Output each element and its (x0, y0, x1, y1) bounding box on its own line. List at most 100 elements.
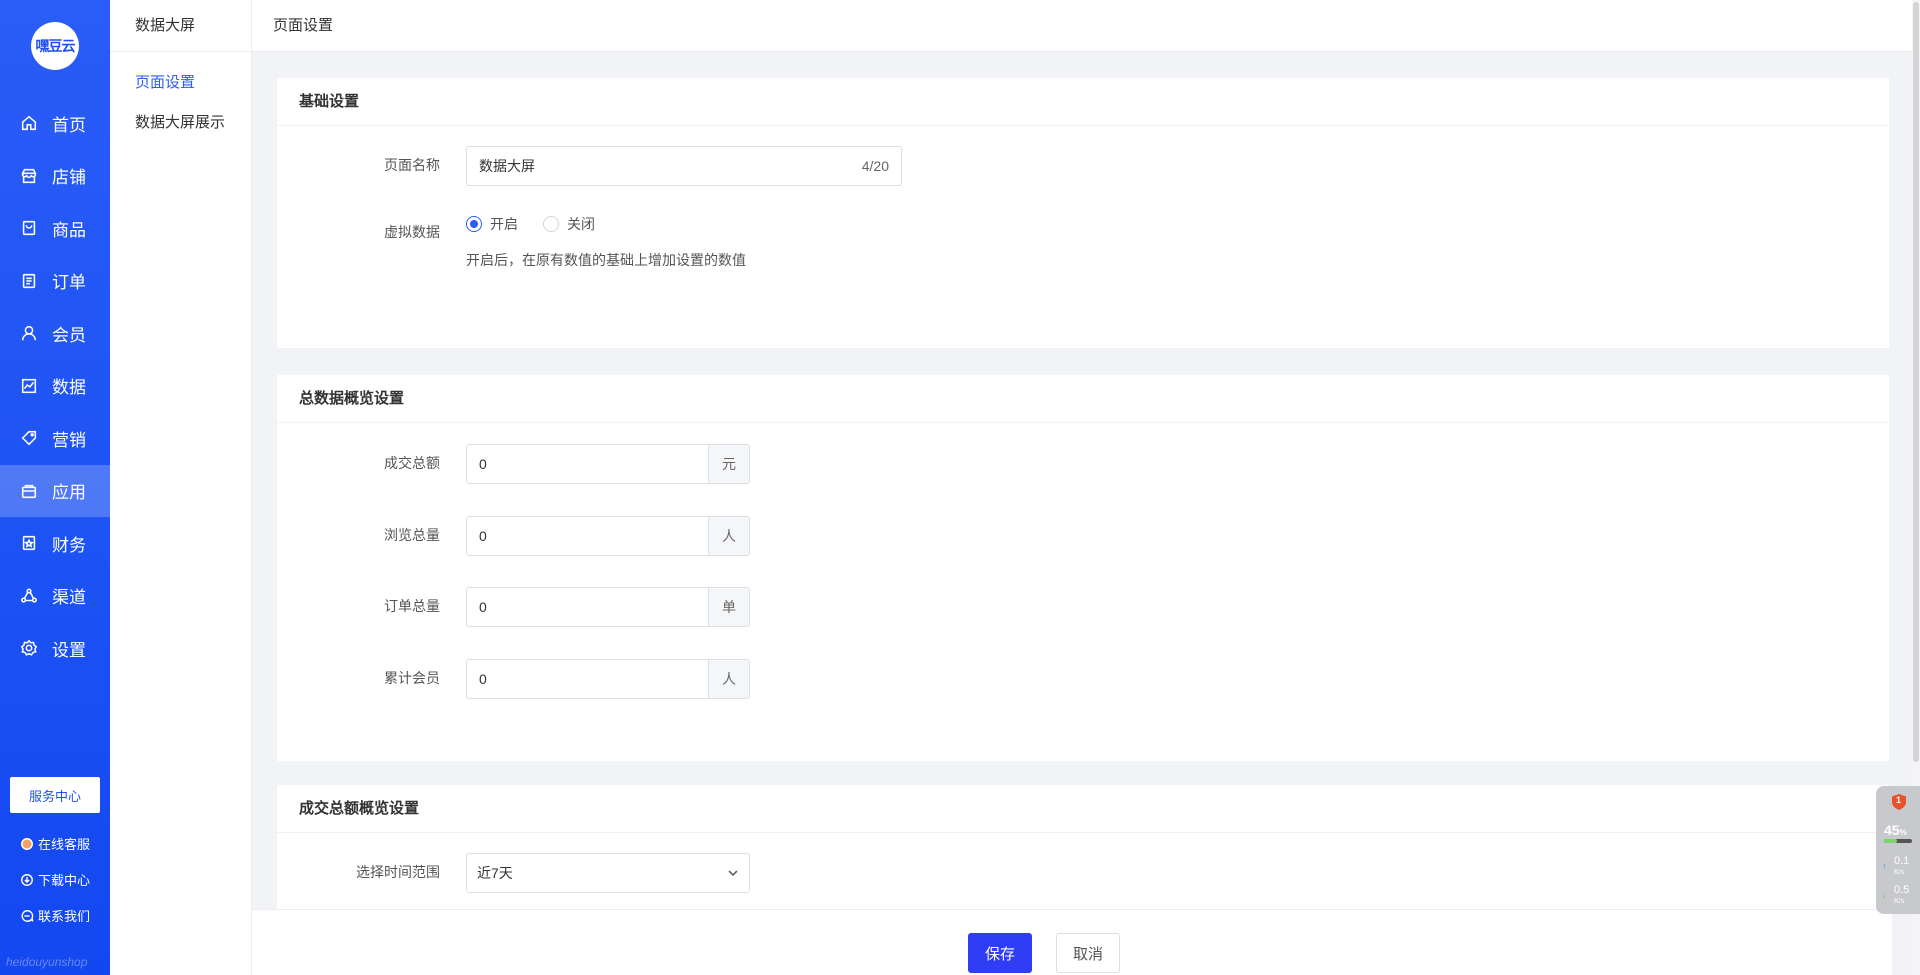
nav-item-settings[interactable]: 设置 (0, 622, 110, 675)
overview-row: 订单总量 (277, 587, 440, 616)
total-orders-control: 0 单 (466, 587, 750, 627)
upload-arrow-icon: ↑ (1882, 861, 1887, 871)
cancel-button[interactable]: 取消 (1056, 933, 1120, 973)
scrollbar-thumb[interactable] (1913, 2, 1919, 762)
tag-icon (20, 429, 38, 447)
app-icon (20, 482, 38, 500)
nav-item-label: 店铺 (52, 168, 86, 188)
nav-item-member[interactable]: 会员 (0, 307, 110, 360)
time-range-value: 近7天 (477, 865, 513, 881)
radio-label-on: 开启 (490, 216, 518, 232)
sub-sidebar-title: 数据大屏 (110, 0, 251, 52)
nav-item-label: 数据 (52, 378, 86, 398)
overview-settings-card: 总数据概览设置 成交总额 0 元 浏览总量 0 人 订单总量 0 单 累计会员 … (277, 375, 1889, 761)
system-monitor-widget[interactable]: 1 45% ↑ 0.1 K/s ↓ 0.5 K/s (1876, 786, 1920, 914)
nav-item-label: 设置 (52, 640, 86, 660)
nav-item-order[interactable]: 订单 (0, 255, 110, 308)
nav-item-label: 订单 (52, 273, 86, 293)
virtual-data-control: 开启 关闭 开启后，在原有数值的基础上增加设置的数值 (466, 204, 746, 270)
sub-item-data-screen-display[interactable]: 数据大屏展示 (110, 103, 251, 143)
cpu-percent: 45 (1884, 822, 1900, 838)
page-name-value: 数据大屏 (479, 158, 535, 174)
channel-icon (20, 587, 38, 605)
save-button[interactable]: 保存 (968, 933, 1032, 973)
download-speed-unit: K/s (1894, 898, 1905, 905)
nav-item-channel[interactable]: 渠道 (0, 570, 110, 623)
overview-row: 累计会员 (277, 659, 440, 688)
download-center-label: 下载中心 (38, 873, 91, 888)
total-views-value: 0 (466, 516, 708, 556)
nav-item-data[interactable]: 数据 (0, 360, 110, 413)
action-bar: 保存 取消 (252, 909, 1892, 975)
home-icon (20, 114, 38, 132)
overview-row: 成交总额 (277, 444, 440, 473)
gear-icon (20, 639, 38, 657)
total-orders-unit: 单 (708, 587, 750, 627)
overview-row-label: 累计会员 (384, 670, 440, 686)
nav-item-finance[interactable]: 财务 (0, 517, 110, 570)
online-service-label: 在线客服 (38, 837, 91, 852)
virtual-data-hint: 开启后，在原有数值的基础上增加设置的数值 (466, 252, 746, 268)
nav-item-label: 财务 (52, 535, 86, 555)
nav-item-label: 渠道 (52, 588, 86, 608)
total-amount-input[interactable]: 0 元 (466, 444, 750, 484)
main-content: 基础设置 页面名称 数据大屏 4/20 虚拟数据 开启 关闭 开启后，在原有数值… (252, 53, 1912, 909)
total-orders-value: 0 (466, 587, 708, 627)
goods-icon (20, 219, 38, 237)
percent-sign: % (1899, 828, 1907, 837)
contact-us-link[interactable]: 联系我们 (20, 906, 90, 925)
avatar-icon (20, 837, 34, 851)
overview-row: 浏览总量 (277, 516, 440, 545)
nav-item-app[interactable]: 应用 (0, 464, 110, 517)
nav-item-marketing[interactable]: 营销 (0, 412, 110, 465)
radio-dot (543, 216, 559, 232)
member-icon (20, 324, 38, 342)
page-name-input[interactable]: 数据大屏 4/20 (466, 146, 902, 186)
download-speed-value: 0.5 (1894, 884, 1910, 896)
sub-item-page-settings[interactable]: 页面设置 (110, 63, 251, 103)
sub-sidebar: 数据大屏 页面设置 数据大屏展示 (110, 0, 252, 975)
main-nav: 首页 店铺 商品 订单 会员 数据 营销 应用 财务 渠道 设置 (0, 97, 110, 675)
virtual-data-label: 虚拟数据 (384, 224, 440, 240)
page-title: 页面设置 (252, 0, 1920, 52)
nav-item-label: 首页 (52, 115, 86, 135)
download-arrow-icon: ↓ (1882, 890, 1887, 900)
total-views-input[interactable]: 0 人 (466, 516, 750, 556)
online-service-link[interactable]: 在线客服 (20, 834, 90, 853)
virtual-data-on-radio[interactable]: 开启 (466, 214, 518, 234)
basic-settings-card: 基础设置 页面名称 数据大屏 4/20 虚拟数据 开启 关闭 开启后，在原有数值… (277, 78, 1889, 348)
total-views-unit: 人 (708, 516, 750, 556)
total-amount-control: 0 元 (466, 444, 750, 484)
nav-item-home[interactable]: 首页 (0, 97, 110, 150)
nav-item-goods[interactable]: 商品 (0, 202, 110, 255)
amount-overview-title: 成交总额概览设置 (277, 785, 1889, 833)
virtual-data-row: 虚拟数据 (277, 216, 440, 242)
total-members-input[interactable]: 0 人 (466, 659, 750, 699)
virtual-data-off-radio[interactable]: 关闭 (543, 214, 595, 234)
main-sidebar: 嘿豆云 首页 店铺 商品 订单 会员 数据 营销 应用 财务 渠道 设置 服务中… (0, 0, 110, 975)
nav-item-label: 商品 (52, 220, 86, 240)
store-icon (20, 167, 38, 185)
service-center-button[interactable]: 服务中心 (10, 777, 100, 813)
download-icon (20, 873, 34, 887)
brand-logo[interactable]: 嘿豆云 (31, 22, 79, 70)
overview-settings-title: 总数据概览设置 (277, 375, 1889, 423)
nav-item-store[interactable]: 店铺 (0, 150, 110, 203)
download-speed: 0.5 K/s (1894, 885, 1909, 907)
chart-icon (20, 377, 38, 395)
page-name-control: 数据大屏 4/20 (466, 146, 902, 186)
download-center-link[interactable]: 下载中心 (20, 870, 90, 889)
page-name-counter: 4/20 (861, 158, 889, 174)
total-orders-input[interactable]: 0 单 (466, 587, 750, 627)
nav-item-label: 应用 (52, 483, 86, 503)
nav-item-label: 会员 (52, 325, 86, 345)
upload-speed: 0.1 K/s (1894, 856, 1909, 878)
time-range-select[interactable]: 近7天 (466, 853, 750, 893)
page-name-label: 页面名称 (384, 157, 440, 173)
page-name-row: 页面名称 (277, 146, 440, 175)
order-icon (20, 272, 38, 290)
cpu-bar-fill (1884, 839, 1897, 843)
radio-dot (466, 216, 482, 232)
cpu-usage: 45% (1884, 822, 1907, 838)
virtual-data-radio-group: 开启 关闭 (466, 204, 746, 244)
